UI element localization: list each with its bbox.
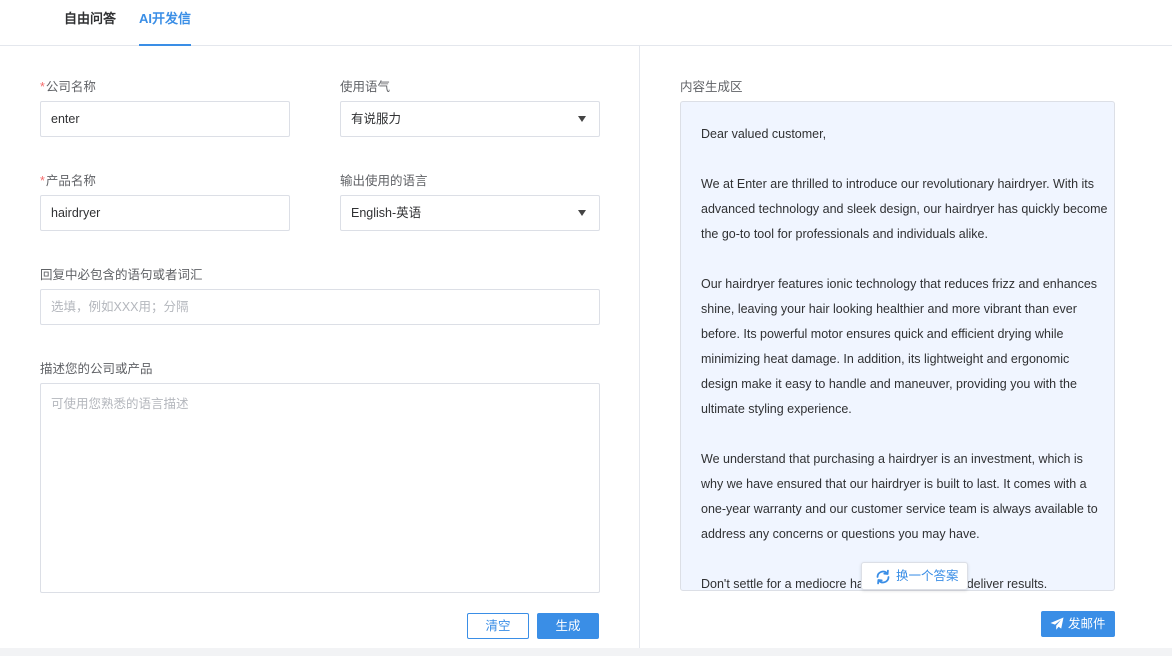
generate-button[interactable]: 生成 (537, 613, 599, 639)
caret-down-icon (578, 210, 586, 216)
description-textarea[interactable] (40, 383, 600, 593)
language-select[interactable]: English-英语 (340, 195, 600, 231)
language-select-value: English-英语 (351, 206, 422, 220)
bottom-strip (0, 648, 1172, 656)
result-paragraph: Our hairdryer features ionic technology … (701, 277, 1098, 416)
product-label: *产品名称 (40, 174, 96, 188)
result-paragraph: We at Enter are thrilled to introduce ou… (701, 177, 1108, 241)
regenerate-button[interactable]: 换一个答案 (861, 562, 968, 590)
paper-plane-icon (1050, 617, 1064, 630)
result-area[interactable]: Dear valued customer, We at Enter are th… (680, 101, 1115, 591)
caret-down-icon (578, 116, 586, 122)
regenerate-label: 换一个答案 (896, 569, 959, 583)
tone-label: 使用语气 (340, 80, 391, 94)
panel-divider (639, 46, 640, 648)
refresh-icon (876, 569, 890, 585)
keywords-input[interactable] (40, 289, 600, 325)
tab-free-qa[interactable]: 自由问答 (64, 0, 116, 45)
result-label: 内容生成区 (680, 80, 743, 94)
keywords-label: 回复中必包含的语句或者词汇 (40, 268, 203, 282)
company-label: *公司名称 (40, 80, 96, 94)
language-label: 输出使用的语言 (340, 174, 428, 188)
result-paragraph: We understand that purchasing a hairdrye… (701, 452, 1098, 541)
description-label: 描述您的公司或产品 (40, 362, 153, 376)
tone-select[interactable]: 有说服力 (340, 101, 600, 137)
company-input[interactable] (40, 101, 290, 137)
clear-button[interactable]: 清空 (467, 613, 529, 639)
tone-select-value: 有说服力 (351, 112, 402, 126)
product-input[interactable] (40, 195, 290, 231)
result-content: Dear valued customer, We at Enter are th… (681, 102, 1114, 590)
send-email-label: 发邮件 (1068, 617, 1106, 631)
result-paragraph: Dear valued customer, (701, 127, 827, 141)
tab-ai-dev-letter[interactable]: AI开发信 (139, 0, 192, 46)
tab-bar: 自由问答 AI开发信 (0, 0, 1172, 46)
send-email-button[interactable]: 发邮件 (1041, 611, 1115, 637)
